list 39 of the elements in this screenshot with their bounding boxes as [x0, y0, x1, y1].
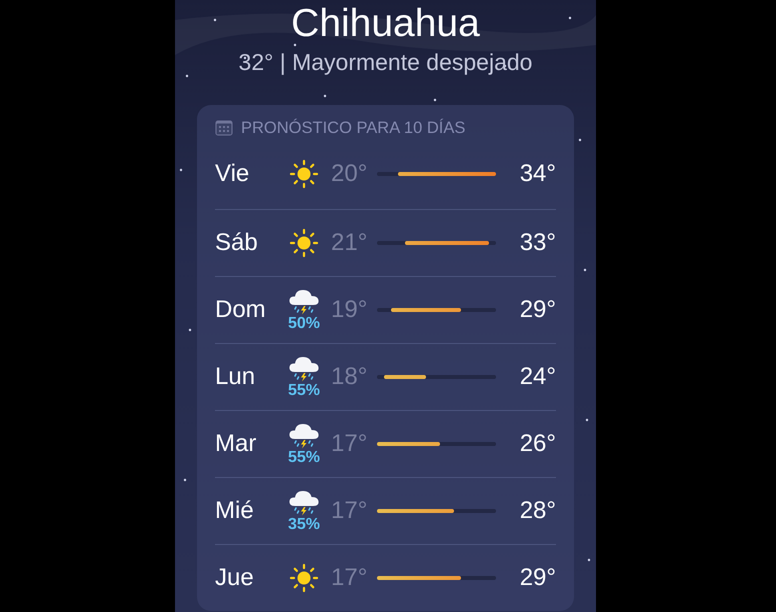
low-temperature: 17°	[330, 496, 368, 526]
temperature-range-fill	[391, 308, 461, 312]
thunderstorm-icon	[288, 490, 320, 516]
high-temperature: 28°	[518, 496, 556, 526]
day-label: Mar	[215, 429, 258, 460]
sun-icon	[289, 563, 319, 594]
weather-summary: 32° | Mayormente despejado	[238, 50, 534, 76]
day-label: Mié	[215, 496, 255, 526]
thunderstorm-icon	[288, 356, 320, 382]
day-label: Dom	[215, 295, 267, 326]
low-temperature: 17°	[330, 563, 368, 594]
day-label: Lun	[215, 362, 256, 392]
low-temperature: 20°	[330, 159, 368, 190]
temperature-range-fill	[384, 375, 426, 380]
precipitation-chance: 55%	[288, 450, 320, 466]
precipitation-chance: 35%	[288, 516, 320, 533]
thunderstorm-icon	[288, 288, 320, 315]
day-label: Vie	[215, 159, 250, 190]
low-temperature: 17°	[330, 429, 368, 460]
thunderstorm-icon	[288, 422, 320, 449]
city-name: Chihuahua	[290, 1, 481, 43]
low-temperature: 18°	[330, 362, 368, 392]
low-temperature: 19°	[330, 295, 368, 326]
forecast-heading: PRONÓSTICO PARA 10 DÍAS	[241, 118, 466, 139]
day-label: Sáb	[215, 228, 259, 258]
low-temperature: 21°	[330, 228, 368, 258]
sun-icon	[289, 228, 319, 258]
sun-icon	[289, 159, 319, 190]
high-temperature: 29°	[518, 563, 556, 594]
high-temperature: 34°	[518, 159, 556, 190]
high-temperature: 26°	[518, 429, 556, 460]
high-temperature: 24°	[518, 362, 556, 392]
high-temperature: 29°	[518, 295, 556, 326]
precipitation-chance: 55%	[288, 382, 320, 399]
calendar-icon	[215, 120, 233, 136]
high-temperature: 33°	[518, 228, 556, 258]
day-label: Jue	[215, 563, 255, 594]
temperature-range-fill	[377, 442, 440, 446]
precipitation-chance: 50%	[288, 316, 320, 332]
